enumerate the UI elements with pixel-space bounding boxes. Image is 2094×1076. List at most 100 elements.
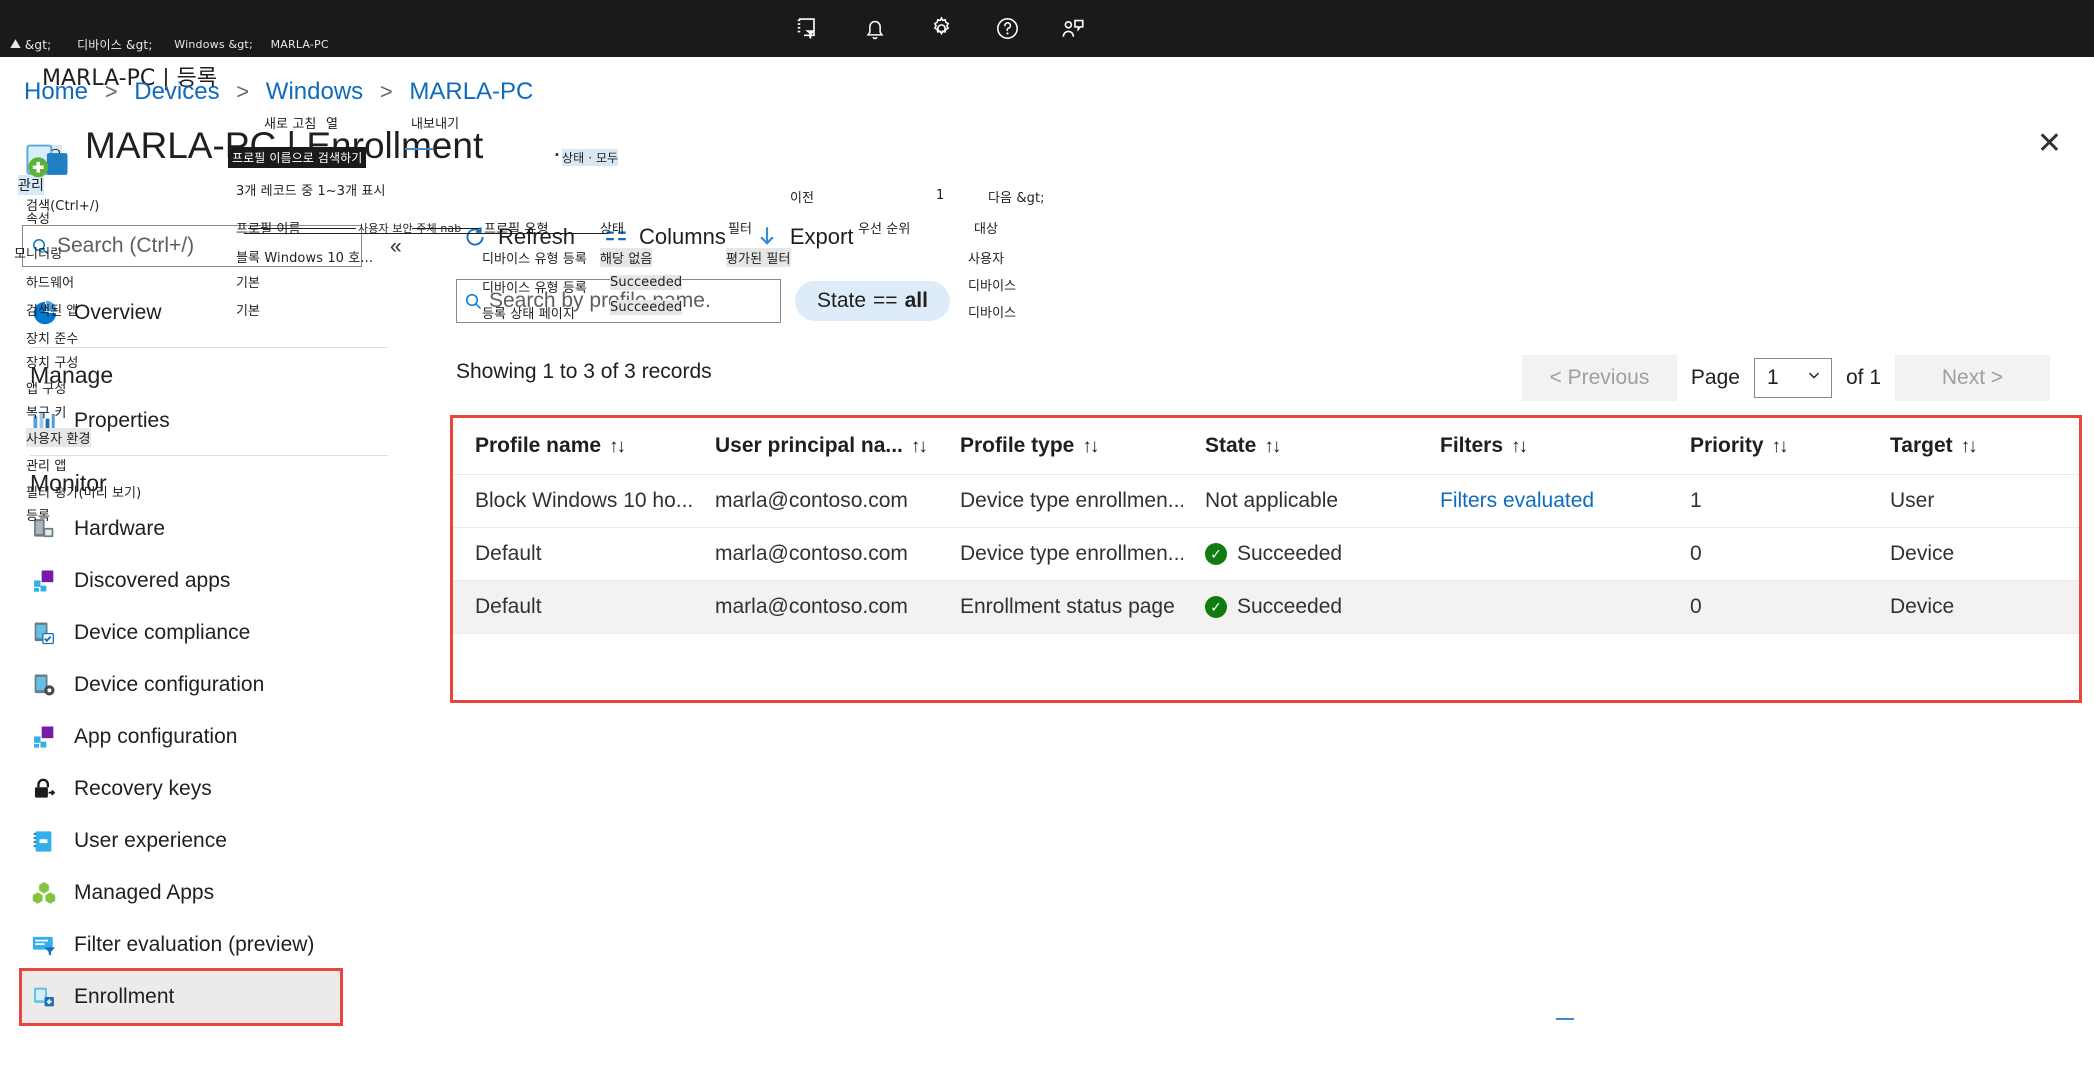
close-icon[interactable]: ✕ [2037,129,2062,159]
sidebar-item-recovery-keys[interactable]: Recovery keys [22,763,396,815]
state-text: Not applicable [1205,489,1339,512]
column-header-target[interactable]: Target ↑↓ [1868,418,2079,475]
sort-icon[interactable]: ↑↓ [1511,436,1528,457]
overlay-blue-mark-1 [405,148,433,150]
profile-search-input[interactable]: Search by profile name. [456,279,781,323]
page-root: ⛰ &gt; 디바이스 &gt; Windows &gt; MARLA-PC M… [0,0,2094,1076]
topbar-icon-group [776,0,1106,57]
feedback-icon[interactable] [1040,0,1106,57]
column-header-label: Profile name [475,434,602,457]
user-experience-icon [30,828,74,855]
table-row[interactable]: Default marla@contoso.com Enrollment sta… [453,580,2079,634]
column-header-profile-type[interactable]: Profile type ↑↓ [938,418,1183,475]
state-value: ✓ Succeeded [1205,542,1418,566]
breadcrumb-item-device[interactable]: MARLA-PC [409,78,533,105]
sidebar-item-managed-apps[interactable]: Managed Apps [22,867,396,919]
device-compliance-icon [30,619,74,647]
sidebar-item-filter-evaluation[interactable]: Filter evaluation (preview) [22,919,396,971]
cell-state: Not applicable [1183,474,1418,528]
sidebar-item-device-configuration[interactable]: Device configuration [22,659,396,711]
cell-state: ✓ Succeeded [1183,580,1418,634]
column-header-profile-name[interactable]: Profile name ↑↓ [453,418,693,475]
cell-filters[interactable]: Filters evaluated [1418,474,1668,528]
overlay-enrollment-icon [22,138,74,195]
column-header-filters[interactable]: Filters ↑↓ [1418,418,1668,475]
search-icon [23,236,57,257]
filter-row: Search by profile name. State == all [456,279,950,323]
global-topbar: ⛰ &gt; 디바이스 &gt; Windows &gt; MARLA-PC [0,0,2094,57]
korean-label-records-showing: 3개 레코드 중 1~3개 표시 [236,184,386,199]
breadcrumb-item-devices[interactable]: Devices [134,78,219,105]
korean-breadcrumb-overlay: ⛰ &gt; 디바이스 &gt; Windows &gt; MARLA-PC [10,36,329,53]
sort-icon[interactable]: ↑↓ [1082,436,1099,457]
sort-icon[interactable]: ↑↓ [1772,436,1789,457]
sidebar-item-label: Hardware [74,517,166,540]
breadcrumb: Home > Devices > Windows > MARLA-PC [24,78,533,106]
sidebar-item-label: Recovery keys [74,777,212,800]
filters-evaluated-link[interactable]: Filters evaluated [1440,489,1594,512]
sidebar-search-box[interactable]: Search (Ctrl+/) [22,225,362,267]
bell-icon[interactable] [842,0,908,57]
sort-icon[interactable]: ↑↓ [1264,436,1281,457]
refresh-button[interactable]: Refresh [448,215,589,259]
gear-icon[interactable] [908,0,974,57]
sort-icon[interactable]: ↑↓ [1961,436,1978,457]
sidebar-nav-list: Overview Manage Properties Monitor Hardw… [19,275,396,1026]
sidebar-item-enrollment[interactable]: Enrollment [19,968,343,1026]
state-filter-pill[interactable]: State == all [795,281,950,321]
column-header-label: Priority [1690,434,1764,457]
state-value: ✓ Succeeded [1205,595,1418,619]
columns-button[interactable]: Columns [589,215,740,259]
page-number-value: 1 [1766,366,1779,389]
sidebar-item-label: Device configuration [74,673,265,696]
sidebar-item-label: Device compliance [74,621,251,644]
sidebar-group-manage: Manage [30,362,114,388]
state-text: Succeeded [1237,542,1343,565]
sort-icon[interactable]: ↑↓ [911,436,928,457]
export-icon [754,224,780,250]
korean-label-previous: 이전 [790,191,815,206]
sidebar-item-user-experience[interactable]: User experience [22,815,396,867]
more-actions-button[interactable]: … [552,134,581,161]
refresh-icon [462,224,488,250]
search-icon [457,291,489,312]
sidebar-item-hardware[interactable]: Hardware [22,503,396,555]
directory-filter-icon[interactable] [776,0,842,57]
sidebar-item-device-compliance[interactable]: Device compliance [22,607,396,659]
cell-profile-type: Device type enrollmen... [938,527,1183,581]
column-header-state[interactable]: State ↑↓ [1183,418,1418,475]
column-header-priority[interactable]: Priority ↑↓ [1668,418,1868,475]
column-header-user-principal-name[interactable]: User principal na... ↑↓ [693,418,938,475]
filter-evaluation-icon [30,931,74,959]
export-button[interactable]: Export [740,215,868,259]
sidebar-item-overview[interactable]: Overview [22,287,396,339]
cell-target: Device [1868,580,2079,634]
collapse-sidebar-icon[interactable]: « [390,235,402,259]
cell-state: ✓ Succeeded [1183,527,1418,581]
table-row[interactable]: Default marla@contoso.com Device type en… [453,527,2079,581]
breadcrumb-item-home[interactable]: Home [24,78,88,105]
discovered-apps-icon [30,567,74,595]
next-page-button[interactable]: Next > [1895,355,2050,401]
column-header-label: Target [1890,434,1953,457]
korean-label-col-target: 대상 [974,222,999,237]
breadcrumb-item-windows[interactable]: Windows [266,78,363,105]
sidebar-item-discovered-apps[interactable]: Discovered apps [22,555,396,607]
managed-apps-icon [30,879,74,907]
sidebar-item-app-configuration[interactable]: App configuration [22,711,396,763]
table-row[interactable]: Block Windows 10 ho... marla@contoso.com… [453,474,2079,528]
properties-icon [30,407,74,435]
help-icon[interactable] [974,0,1040,57]
page-number-select[interactable]: 1 [1753,358,1832,398]
previous-page-button[interactable]: < Previous [1521,355,1677,401]
cell-profile-type: Device type enrollmen... [938,474,1183,528]
sidebar-item-properties[interactable]: Properties [22,395,396,447]
state-filter-field: State [817,289,867,312]
hardware-icon [30,515,74,543]
sidebar-item-label: Enrollment [74,985,175,1008]
korean-row2-target: 디바이스 [968,279,1017,294]
korean-label-manage: 관리 [18,175,44,195]
enrollment-table-container: Profile name ↑↓ User principal na... ↑↓ Pr… [450,415,2082,703]
records-info: Showing 1 to 3 of 3 records [456,360,712,383]
sort-icon[interactable]: ↑↓ [609,436,626,457]
